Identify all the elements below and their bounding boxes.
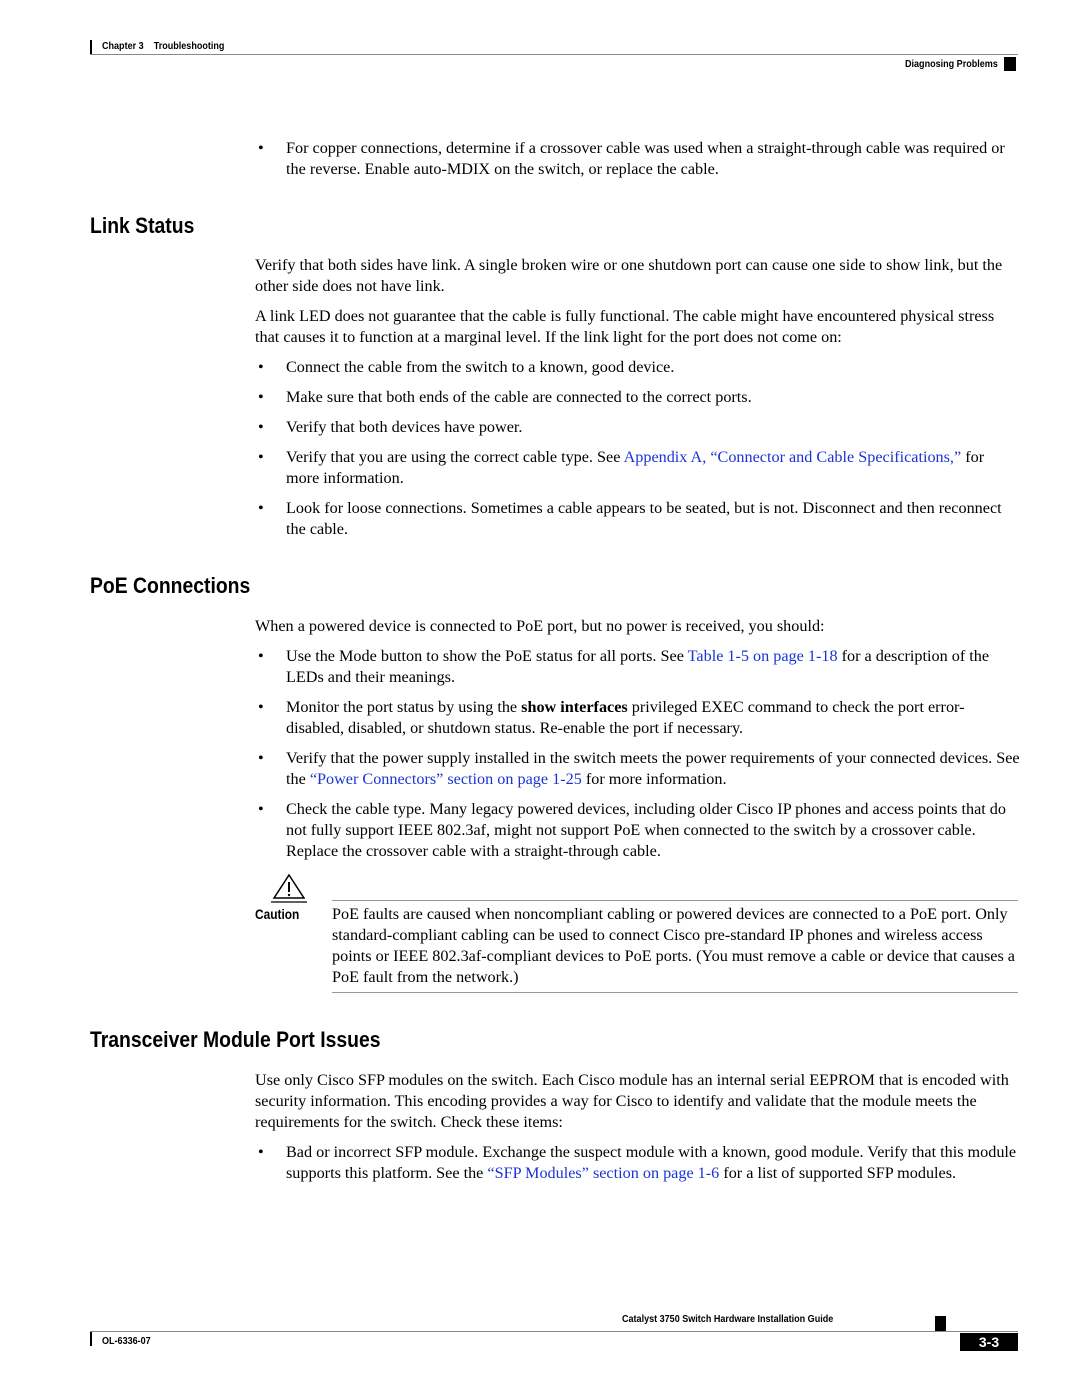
caution-top-rule <box>332 900 1018 901</box>
footer-marker <box>935 1316 946 1332</box>
bullet-icon: • <box>258 358 264 376</box>
link-sfp-modules[interactable]: “SFP Modules” section on page 1-6 <box>487 1164 719 1182</box>
list-item: • Verify that you are using the correct c… <box>258 448 985 487</box>
paragraph: Use only Cisco SFP modules on the switch… <box>255 1071 1009 1131</box>
link-status-body: Verify that both sides have link. A sing… <box>255 255 1020 549</box>
caution-text: PoE faults are caused when noncompliant … <box>332 905 1015 986</box>
heading-poe-connections: PoE Connections <box>90 573 251 598</box>
bullet-icon: • <box>258 1143 264 1161</box>
list-item: • Connect the cable from the switch to a … <box>258 358 675 376</box>
header-section: Diagnosing Problems <box>905 58 998 70</box>
transceiver-body: Use only Cisco SFP modules on the switch… <box>255 1070 1020 1193</box>
footer-rule <box>90 1331 1018 1332</box>
page-number: 3-3 <box>960 1333 1018 1351</box>
footer-guide-title: Catalyst 3750 Switch Hardware Installati… <box>622 1313 834 1325</box>
chapter-number: Chapter 3 <box>102 40 144 52</box>
chapter-title: Troubleshooting <box>153 40 225 52</box>
paragraph: A link LED does not guarantee that the c… <box>255 307 995 346</box>
link-appendix-a[interactable]: Appendix A, “Connector and Cable Specifi… <box>624 448 962 466</box>
command-show-interfaces: show interfaces <box>521 698 628 716</box>
heading-link-status: Link Status <box>90 213 195 238</box>
header-left-bar <box>90 40 92 54</box>
bullet-icon: • <box>258 800 264 818</box>
link-power-connectors[interactable]: “Power Connectors” section on page 1-25 <box>310 770 582 788</box>
list-item: • Bad or incorrect SFP module. Exchange t… <box>258 1143 1017 1182</box>
list-item: • Make sure that both ends of the cable a… <box>258 388 752 406</box>
warning-triangle-icon <box>271 873 307 903</box>
list-item: • Verify that both devices have power. <box>258 418 523 436</box>
list-item: • Monitor the port status by using the sh… <box>258 698 965 737</box>
bullet-icon: • <box>258 499 264 517</box>
heading-transceiver-issues: Transceiver Module Port Issues <box>90 1027 381 1052</box>
caution-bottom-rule <box>332 992 1018 993</box>
link-table-1-5[interactable]: Table 1-5 on page 1-18 <box>688 647 838 665</box>
header-marker <box>1004 57 1016 71</box>
footer-left-bar <box>90 1332 92 1346</box>
bullet-icon: • <box>258 749 264 767</box>
paragraph: Verify that both sides have link. A sing… <box>255 256 1003 295</box>
bullet-icon: • <box>258 698 264 716</box>
bullet-icon: • <box>258 418 264 436</box>
footer-doc-number: OL-6336-07 <box>102 1335 151 1347</box>
header-chapter: Chapter 3 Troubleshooting <box>102 40 224 52</box>
bullet-icon: • <box>258 388 264 406</box>
bullet-icon: • <box>258 448 264 466</box>
header-rule <box>90 54 1018 55</box>
poe-body: When a powered device is connected to Po… <box>255 616 1020 871</box>
bullet-icon: • <box>258 139 264 157</box>
list-item: • Verify that the power supply installed … <box>258 749 1020 788</box>
paragraph: When a powered device is connected to Po… <box>255 617 825 635</box>
bullet-icon: • <box>258 647 264 665</box>
caution-label: Caution <box>255 906 300 922</box>
list-item: • For copper connections, determine if a … <box>258 139 1005 178</box>
intro-bullets: • For copper connections, determine if a … <box>255 138 1020 189</box>
list-item: • Look for loose connections. Sometimes a… <box>258 499 1002 538</box>
list-item: • Use the Mode button to show the PoE sta… <box>258 647 990 686</box>
list-item: • Check the cable type. Many legacy power… <box>258 800 1006 860</box>
